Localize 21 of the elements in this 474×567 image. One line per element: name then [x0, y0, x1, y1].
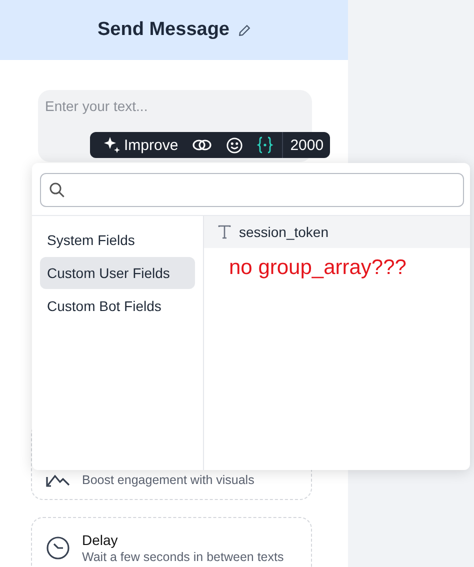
- category-item[interactable]: System Fields: [40, 224, 195, 256]
- link-icon: [192, 138, 212, 152]
- field-item[interactable]: session_token: [204, 216, 470, 248]
- card-subtitle: Wait a few seconds in between texts: [82, 550, 284, 564]
- category-item[interactable]: Custom Bot Fields: [40, 290, 195, 322]
- delay-card[interactable]: Delay Wait a few seconds in between texts: [31, 517, 312, 567]
- annotation-text: no group_array???: [228, 255, 408, 280]
- sparkle-icon: [103, 136, 121, 154]
- clock-icon: [46, 536, 70, 560]
- smiley-icon: [226, 136, 244, 154]
- search-icon: [49, 182, 65, 198]
- search-field[interactable]: [40, 173, 464, 207]
- braces-icon: [257, 136, 274, 154]
- image-icon: [46, 473, 70, 487]
- panel-title: Send Message: [98, 19, 230, 41]
- improve-button[interactable]: Improve: [96, 132, 186, 158]
- card-subtitle: Boost engagement with visuals: [82, 473, 254, 487]
- category-item[interactable]: Custom User Fields: [40, 257, 195, 289]
- text-type-icon: [218, 225, 231, 239]
- pencil-icon[interactable]: [238, 24, 250, 36]
- card-title: Delay: [82, 532, 119, 548]
